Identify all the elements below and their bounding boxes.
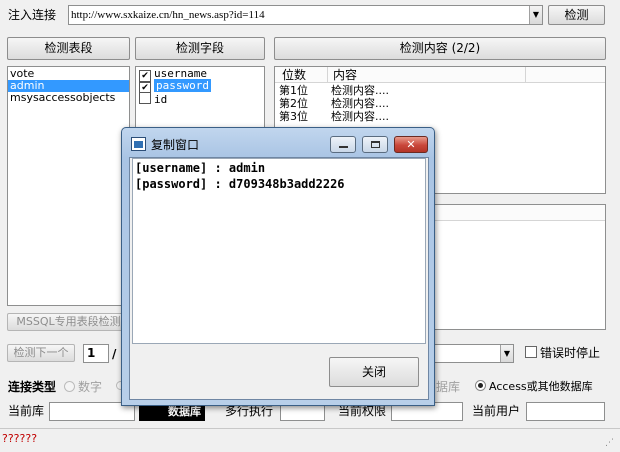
dialog-client: [username] : admin [password] : d709348b… bbox=[129, 157, 429, 400]
dropdown-arrow-icon[interactable]: ▼ bbox=[500, 345, 513, 362]
table-row[interactable]: 第1位 检测内容.... bbox=[275, 85, 605, 97]
current-user-field[interactable] bbox=[526, 402, 605, 421]
detect-content-button[interactable]: 检测内容 (2/2) bbox=[274, 37, 606, 60]
maximize-icon bbox=[371, 141, 380, 148]
column-divider bbox=[525, 67, 526, 83]
dropdown-arrow-icon[interactable]: ▼ bbox=[529, 6, 542, 24]
radio-access[interactable]: Access或其他数据库 bbox=[475, 380, 593, 394]
content-table-header: 位数 内容 bbox=[275, 67, 605, 83]
checkbox-unchecked-icon[interactable] bbox=[139, 92, 151, 104]
multi-exec-label: 多行执行 bbox=[225, 404, 274, 418]
url-label: 注入连接 bbox=[8, 8, 57, 22]
dialog-line-username: [username] : admin bbox=[135, 161, 266, 175]
radio-database-label: 据库 bbox=[436, 380, 461, 394]
error-stop-checkbox[interactable]: 错误时停止 bbox=[525, 346, 600, 360]
maximize-button[interactable] bbox=[362, 136, 388, 153]
page-separator: / bbox=[112, 347, 117, 361]
field-item-id[interactable]: id bbox=[136, 92, 264, 106]
column-header-position[interactable]: 位数 bbox=[282, 68, 306, 82]
tables-list[interactable]: vote admin msysaccessobjects bbox=[7, 66, 130, 306]
minimize-icon bbox=[339, 146, 348, 148]
close-icon[interactable]: ✕ bbox=[394, 136, 428, 153]
table-row[interactable]: 第2位 检测内容.... bbox=[275, 98, 605, 110]
minimize-button[interactable] bbox=[330, 136, 356, 153]
option-combobox[interactable]: ▼ bbox=[430, 344, 514, 363]
dialog-close-button[interactable]: 关闭 bbox=[329, 357, 419, 387]
table-item-msysaccessobjects[interactable]: msysaccessobjects bbox=[8, 92, 129, 104]
current-db-label: 当前库 bbox=[8, 404, 45, 418]
dialog-line-password: [password] : d709348b3add2226 bbox=[135, 177, 345, 191]
detect-fields-button[interactable]: 检测字段 bbox=[135, 37, 265, 60]
status-bar: ?????? ⋰ bbox=[0, 428, 620, 452]
mssql-table-detect-button[interactable]: MSSQL专用表段检测 bbox=[7, 313, 130, 331]
table-row[interactable]: 第3位 检测内容.... bbox=[275, 111, 605, 123]
radio-numeric[interactable]: 数字 bbox=[64, 380, 102, 394]
resize-grip-icon[interactable]: ⋰ bbox=[605, 438, 614, 448]
detect-next-button[interactable]: 检测下一个 bbox=[7, 344, 75, 362]
connection-type-label: 连接类型 bbox=[8, 380, 57, 394]
current-user-label: 当前用户 bbox=[472, 404, 521, 418]
dialog-text-area[interactable]: [username] : admin [password] : d709348b… bbox=[132, 158, 426, 344]
radio-icon[interactable] bbox=[64, 381, 75, 392]
url-combobox[interactable]: http://www.sxkaize.cn/hn_news.asp?id=114… bbox=[68, 5, 543, 25]
current-perm-label: 当前权限 bbox=[338, 404, 387, 418]
page-input[interactable]: 1 bbox=[83, 344, 109, 363]
checkbox-unchecked-icon[interactable] bbox=[525, 346, 537, 358]
detect-tables-button[interactable]: 检测表段 bbox=[7, 37, 130, 60]
dialog-title: 复制窗口 bbox=[151, 138, 200, 152]
detect-button[interactable]: 检测 bbox=[548, 5, 605, 25]
radio-selected-icon[interactable] bbox=[475, 380, 486, 391]
status-text: ?????? bbox=[2, 432, 38, 445]
copy-dialog: 复制窗口 ✕ [username] : admin [password] : d… bbox=[121, 127, 435, 406]
field-item-password[interactable]: ✔ password bbox=[136, 79, 264, 94]
app-icon bbox=[131, 137, 146, 151]
url-input[interactable]: http://www.sxkaize.cn/hn_news.asp?id=114 bbox=[71, 8, 265, 22]
column-divider bbox=[327, 67, 328, 83]
column-header-content[interactable]: 内容 bbox=[333, 68, 357, 82]
